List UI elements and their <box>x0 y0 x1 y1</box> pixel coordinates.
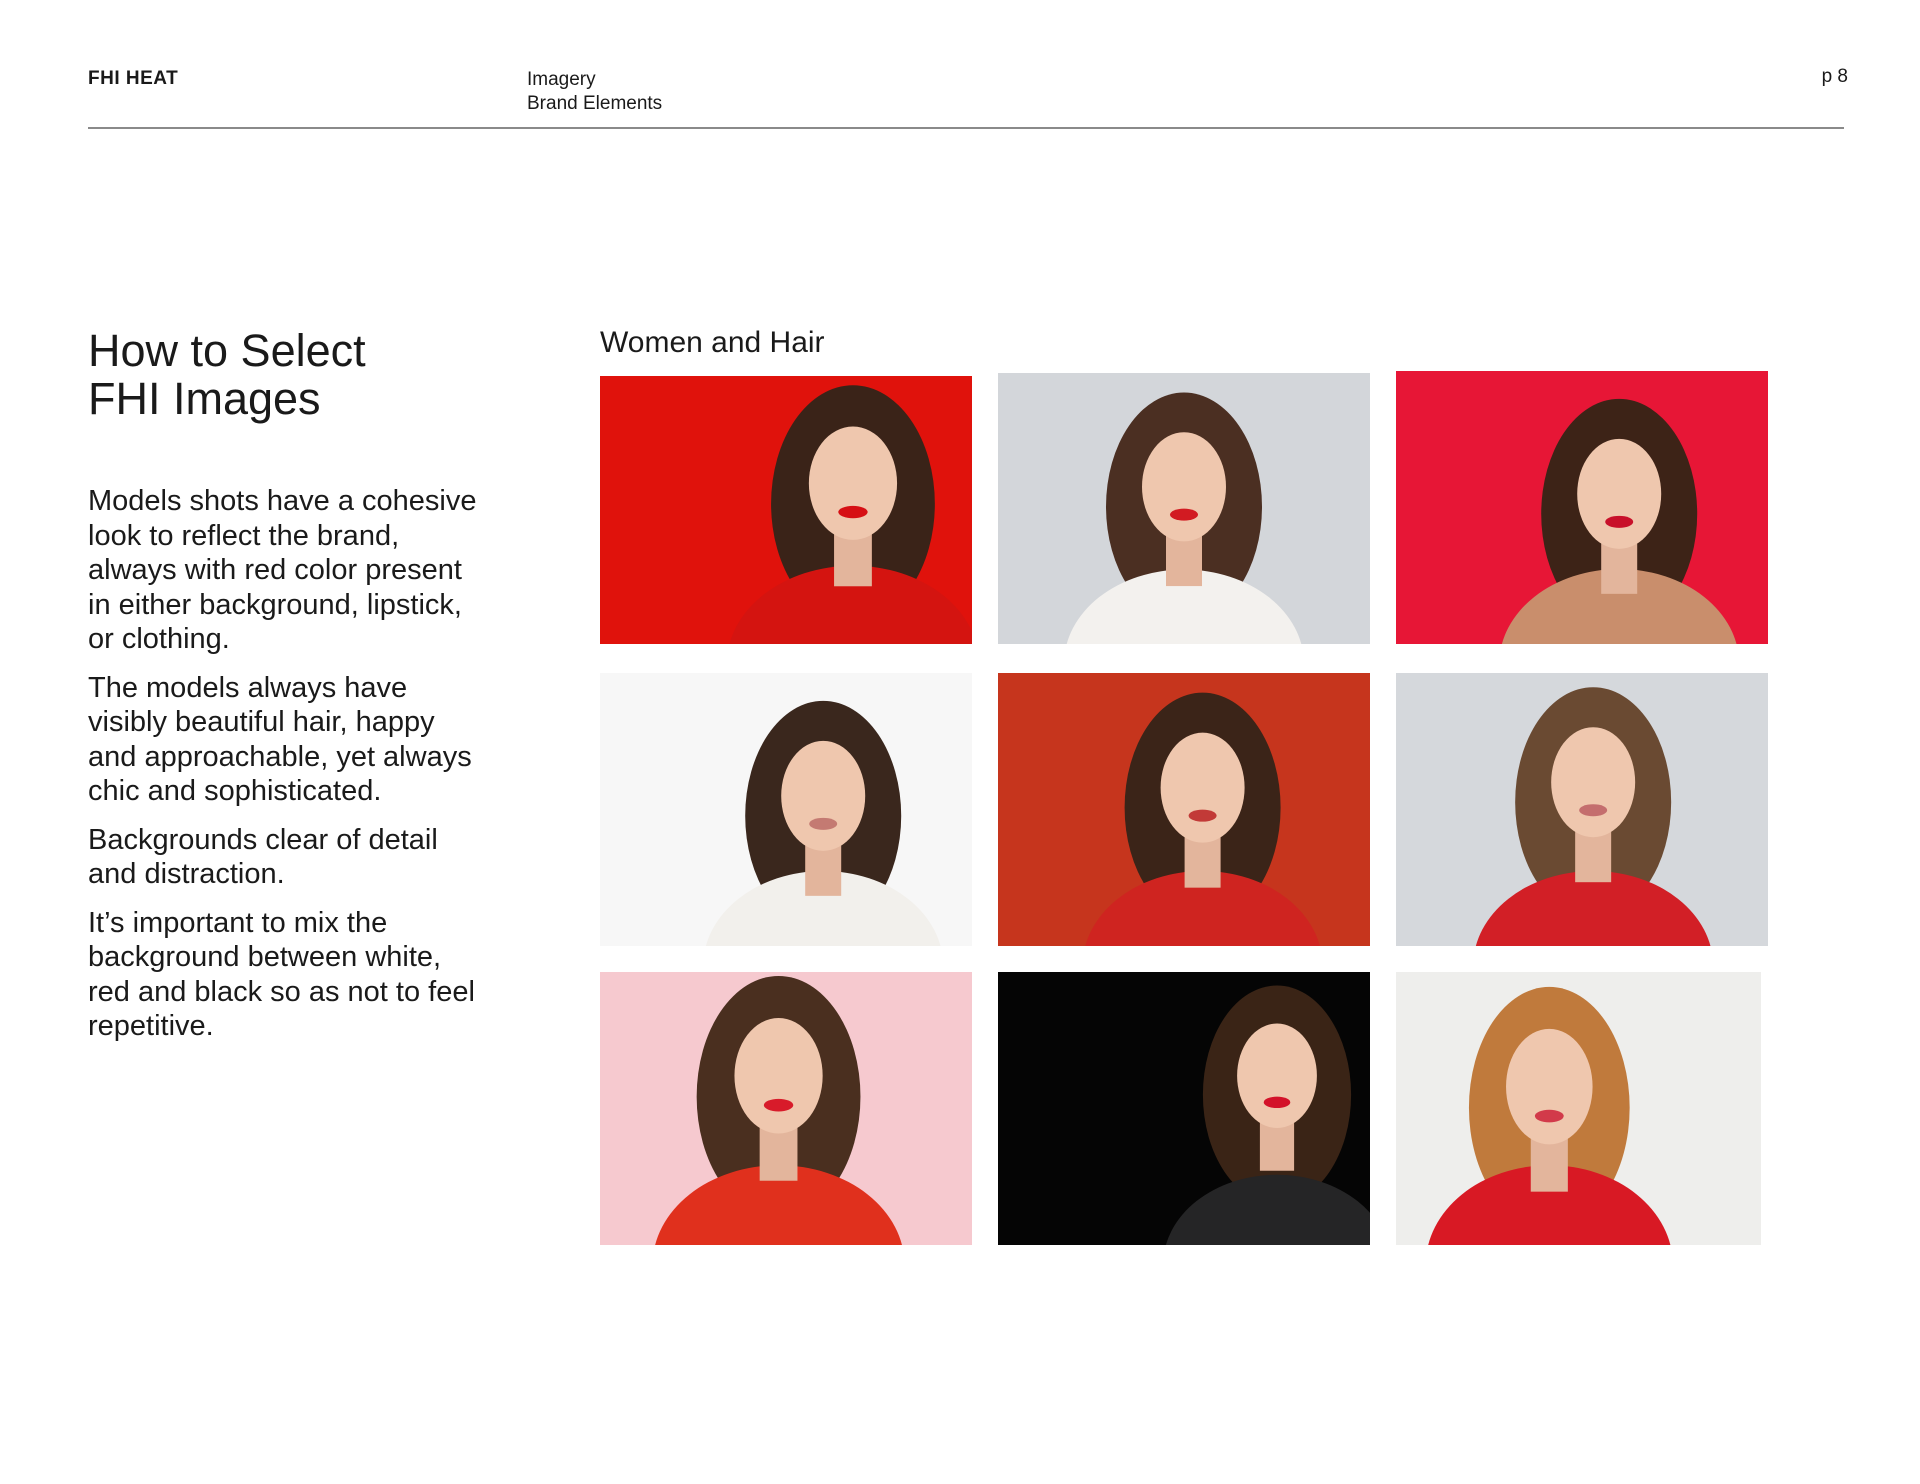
photo-illustration <box>1396 371 1768 644</box>
face-shape <box>1577 438 1662 549</box>
face-shape <box>781 740 866 851</box>
page-number: p 8 <box>1821 66 1848 87</box>
model-photo <box>998 373 1370 644</box>
guideline-paragraph: Models shots have a cohesive look to ref… <box>88 485 477 655</box>
lips-shape <box>1170 508 1198 521</box>
guideline-paragraph: The models always have visibly beautiful… <box>88 671 472 808</box>
guideline-paragraph: It’s important to mix the background bet… <box>88 906 475 1043</box>
model-photo <box>600 376 972 644</box>
page-title-line-2: FHI Images <box>88 373 321 424</box>
face-shape <box>1506 1028 1593 1145</box>
photo-illustration <box>1396 673 1768 946</box>
header-divider <box>88 127 1844 129</box>
guidelines-text: Models shots have a cohesive look to ref… <box>88 484 488 1058</box>
model-photo <box>998 673 1370 946</box>
lips-shape <box>1605 515 1634 528</box>
photo-illustration <box>600 673 972 946</box>
section-subtitle: Brand Elements <box>527 93 663 114</box>
face-shape <box>1160 732 1245 843</box>
photo-illustration <box>998 373 1370 644</box>
model-photo <box>1396 673 1768 946</box>
gallery-title: Women and Hair <box>600 326 825 359</box>
lips-shape <box>1579 804 1608 817</box>
face-shape <box>1237 1023 1317 1128</box>
model-photo <box>998 972 1370 1245</box>
brand-name: FHI HEAT <box>88 68 179 89</box>
photo-illustration <box>1396 972 1761 1245</box>
model-photo <box>1396 371 1768 644</box>
photo-illustration <box>600 972 972 1245</box>
page-title: How to Select FHI Images <box>88 327 366 423</box>
model-photo <box>1396 972 1761 1245</box>
lips-shape <box>1534 1109 1564 1123</box>
lips-shape <box>809 817 838 830</box>
face-shape <box>734 1017 823 1134</box>
page-title-line-1: How to Select <box>88 325 366 376</box>
guideline-paragraph: Backgrounds clear of detail and distract… <box>88 823 438 891</box>
face-shape <box>1551 727 1636 838</box>
lips-shape <box>1263 1096 1291 1109</box>
photo-illustration <box>998 673 1370 946</box>
section-label: Imagery Brand Elements <box>527 68 662 116</box>
section-title: Imagery <box>527 69 596 90</box>
photo-illustration <box>998 972 1370 1245</box>
model-photo <box>600 972 972 1245</box>
lips-shape <box>763 1098 794 1112</box>
photo-illustration <box>600 376 972 644</box>
model-photo <box>600 673 972 946</box>
lips-shape <box>838 505 868 519</box>
lips-shape <box>1188 809 1217 822</box>
face-shape <box>808 426 898 540</box>
face-shape <box>1142 432 1226 542</box>
